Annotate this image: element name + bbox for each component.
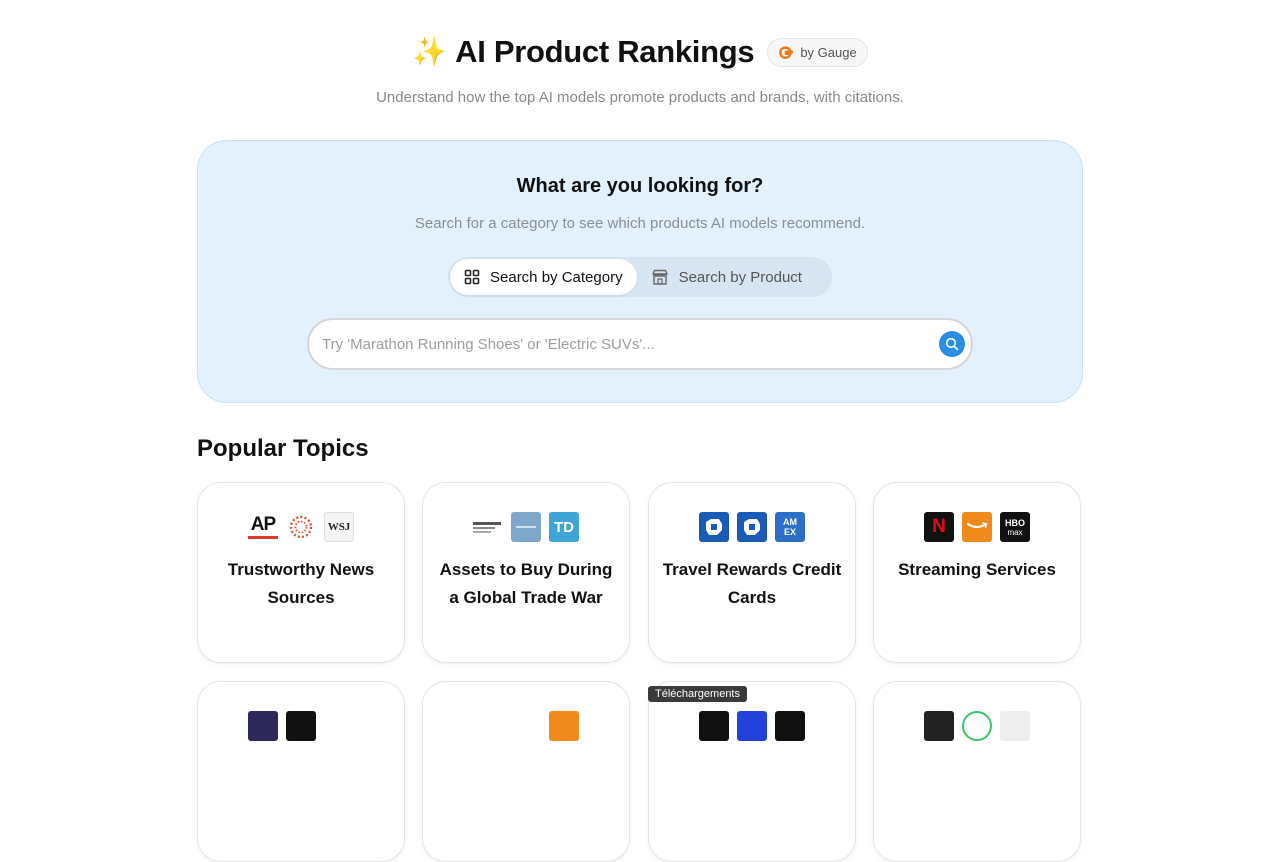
gauge-badge[interactable]: by Gauge [767,37,868,67]
logo-icon [511,711,541,741]
grid-icon [464,269,480,285]
topic-card-travel-rewards[interactable]: AM EX Travel Rewards Credit Cards [648,482,856,663]
store-icon [651,269,668,285]
search-panel-subtitle: Search for a category to see which produ… [414,215,866,232]
card-title: Travel Rewards Credit Cards [662,560,842,607]
card-logos: AP WSJ [198,512,404,542]
tab-label: Search by Category [490,268,623,286]
wsj-logo-icon: WSJ [324,512,354,542]
search-panel-title: What are you looking for? [516,175,764,197]
logo-icon [1000,711,1030,741]
chase-logo-icon [737,512,767,542]
downloads-tooltip: Téléchargements [648,686,747,702]
logo-icon [324,711,354,741]
logo-icon [924,711,954,741]
amazon-logo-icon [962,512,992,542]
card-title: Streaming Services [898,560,1056,579]
sparkle-icon: ✨ [412,36,448,67]
card-logos: AM EX [649,512,855,542]
logo-icon [248,711,278,741]
gauge-logo-icon [777,43,794,61]
card-logos [198,711,404,741]
logo-icon [737,711,767,741]
search-icon [945,337,959,351]
blue-box-logo-icon [511,512,541,542]
dotted-circle-logo-icon [286,512,316,542]
tab-search-by-category[interactable]: Search by Category [450,259,637,295]
card-logos [649,711,855,741]
chase-logo-icon [699,512,729,542]
news-text-logo-icon [473,512,503,542]
logo-icon [775,711,805,741]
card-logos [423,711,629,741]
topic-card[interactable] [197,681,405,862]
topic-card[interactable] [648,681,856,862]
topic-card-assets-trade-war[interactable]: TD Assets to Buy During a Global Trade W… [422,482,630,663]
page-subtitle: Understand how the top AI models promote… [376,89,904,106]
search-button[interactable] [939,331,965,357]
search-panel: What are you looking for? Search for a c… [197,140,1083,403]
card-title: Trustworthy News Sources [227,560,375,607]
category-search-bar [307,318,973,370]
ap-logo-icon: AP [248,512,278,542]
hbo-max-logo-icon: HBO max [1000,512,1030,542]
tab-label: Search by Product [678,268,802,286]
topic-card[interactable] [873,681,1081,862]
card-title: Assets to Buy During a Global Trade War [439,560,613,607]
topic-card[interactable] [422,681,630,862]
topic-card-trustworthy-news[interactable]: AP WSJ Trustworthy News Sources [197,482,405,663]
logo-icon [286,711,316,741]
amex-logo-icon: AM EX [775,512,805,542]
logo-icon [699,711,729,741]
card-logos [874,711,1080,741]
netflix-logo-icon: N [924,512,954,542]
page-title: AI Product Rankings [455,34,755,69]
search-mode-toggle: Search by Category Search by Product [448,257,832,297]
td-logo-icon: TD [549,512,579,542]
logo-icon [549,711,579,741]
card-logos: N HBO max [874,512,1080,542]
search-input[interactable] [309,334,939,354]
card-logos: TD [423,512,629,542]
logo-icon [473,711,503,741]
popular-topics-heading: Popular Topics [197,435,369,462]
topic-card-streaming-services[interactable]: N HBO max Streaming Services [873,482,1081,663]
logo-icon [962,711,992,741]
badge-label: by Gauge [800,44,857,60]
header: ✨ AI Product Rankings by Gauge [0,30,1280,74]
tab-search-by-product[interactable]: Search by Product [637,259,816,295]
